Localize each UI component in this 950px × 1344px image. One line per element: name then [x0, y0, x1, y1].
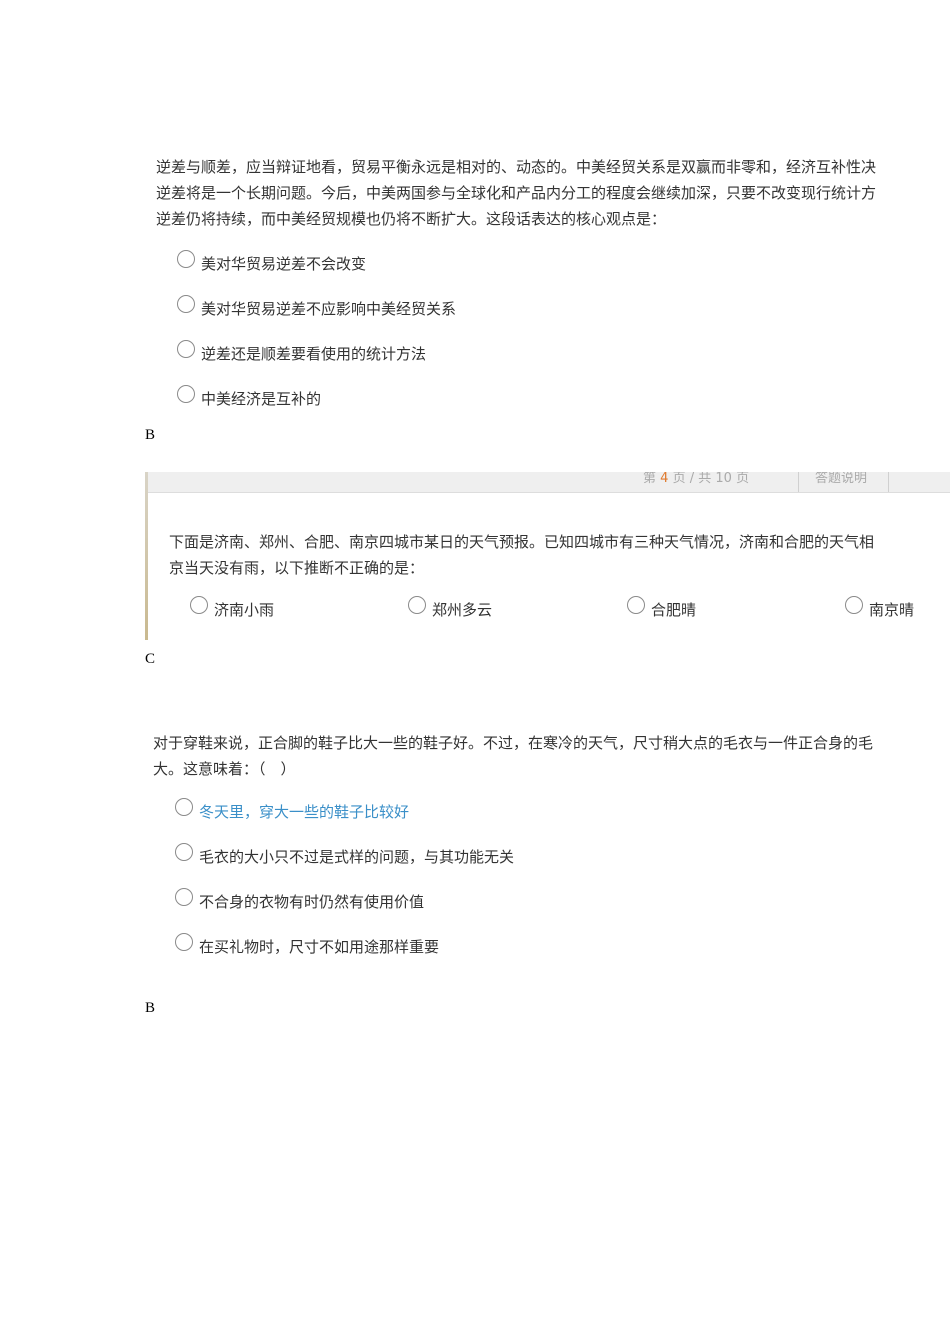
q3-option-d[interactable]: 在买礼物时，尺寸不如用途那样重要 [175, 933, 439, 959]
option-label: 南京晴 [869, 600, 915, 619]
q2-option-a[interactable]: 济南小雨 [190, 596, 274, 622]
question-2-line: 京当天没有雨，以下推断不正确的是： [169, 559, 425, 577]
pager-prefix: 第 [643, 472, 657, 486]
question-2-text: 下面是济南、郑州、合肥、南京四城市某日的天气预报。已知四城市有三种天气情况，济南… [169, 529, 874, 581]
page-indicator: 第 4 页 / 共 10 页 [643, 472, 749, 486]
radio-button[interactable] [177, 250, 195, 268]
pager-suffix: 页 [736, 472, 750, 486]
question-1-text: 逆差与顺差，应当辩证地看，贸易平衡永远是相对的、动态的。中美经贸关系是双赢而非零… [156, 154, 876, 232]
q3-answer: B [145, 1000, 156, 1016]
q1-option-d[interactable]: 中美经济是互补的 [177, 385, 321, 411]
question-3-line: 对于穿鞋来说，正合脚的鞋子比大一些的鞋子好。不过，在寒冷的天气，尺寸稍大点的毛衣… [153, 734, 874, 752]
radio-button[interactable] [175, 843, 193, 861]
option-label: 济南小雨 [214, 600, 275, 619]
radio-button[interactable] [177, 295, 195, 313]
radio-button[interactable] [177, 340, 195, 358]
option-label: 在买礼物时，尺寸不如用途那样重要 [199, 937, 440, 956]
pager-divider [798, 472, 799, 492]
q1-answer: B [145, 427, 156, 443]
radio-button[interactable] [408, 596, 426, 614]
total-pages: 10 [715, 472, 732, 486]
question-3-line: 大。这意味着：（ ） [153, 760, 296, 778]
q2-option-b[interactable]: 郑州多云 [408, 596, 492, 622]
option-label: 郑州多云 [432, 600, 493, 619]
radio-button[interactable] [175, 933, 193, 951]
radio-button[interactable] [175, 798, 193, 816]
q2-option-d[interactable]: 南京晴 [845, 596, 914, 622]
pager-bar: 第 4 页 / 共 10 页 答题说明 [148, 472, 950, 493]
q3-option-c[interactable]: 不合身的衣物有时仍然有使用价值 [175, 888, 424, 914]
question-2-line: 下面是济南、郑州、合肥、南京四城市某日的天气预报。已知四城市有三种天气情况，济南… [169, 533, 875, 551]
option-label: 冬天里，穿大一些的鞋子比较好 [199, 802, 410, 821]
option-label: 毛衣的大小只不过是式样的问题，与其功能无关 [199, 847, 515, 866]
option-label: 中美经济是互补的 [201, 389, 322, 408]
radio-button[interactable] [177, 385, 195, 403]
question-2-screenshot: 第 4 页 / 共 10 页 答题说明 下面是济南、郑州、合肥、南京四城市某日的… [145, 472, 950, 640]
option-label: 合肥晴 [651, 600, 697, 619]
q1-option-c[interactable]: 逆差还是顺差要看使用的统计方法 [177, 340, 426, 366]
option-label: 美对华贸易逆差不会改变 [201, 254, 367, 273]
q1-option-a[interactable]: 美对华贸易逆差不会改变 [177, 250, 366, 276]
option-label: 美对华贸易逆差不应影响中美经贸关系 [201, 299, 457, 318]
option-label: 不合身的衣物有时仍然有使用价值 [199, 892, 425, 911]
radio-button[interactable] [627, 596, 645, 614]
pager-divider [888, 472, 889, 492]
q2-answer: C [145, 651, 156, 667]
q1-option-b[interactable]: 美对华贸易逆差不应影响中美经贸关系 [177, 295, 456, 321]
q3-option-a[interactable]: 冬天里，穿大一些的鞋子比较好 [175, 798, 409, 824]
q2-option-c[interactable]: 合肥晴 [627, 596, 696, 622]
q3-option-b[interactable]: 毛衣的大小只不过是式样的问题，与其功能无关 [175, 843, 514, 869]
left-border [145, 472, 148, 640]
option-label: 逆差还是顺差要看使用的统计方法 [201, 344, 427, 363]
radio-button[interactable] [175, 888, 193, 906]
current-page: 4 [660, 472, 669, 486]
pager-middle: 页 / 共 [672, 472, 712, 486]
question-1-line: 逆差仍将持续，而中美经贸规模也仍将不断扩大。这段话表达的核心观点是： [156, 210, 667, 228]
help-link[interactable]: 答题说明 [815, 472, 867, 486]
radio-button[interactable] [190, 596, 208, 614]
radio-button[interactable] [845, 596, 863, 614]
question-1-line: 逆差与顺差，应当辩证地看，贸易平衡永远是相对的、动态的。中美经贸关系是双赢而非零… [156, 158, 877, 176]
question-3-text: 对于穿鞋来说，正合脚的鞋子比大一些的鞋子好。不过，在寒冷的天气，尺寸稍大点的毛衣… [153, 730, 873, 782]
question-1-line: 逆差将是一个长期问题。今后，中美两国参与全球化和产品内分工的程度会继续加深，只要… [156, 184, 877, 202]
